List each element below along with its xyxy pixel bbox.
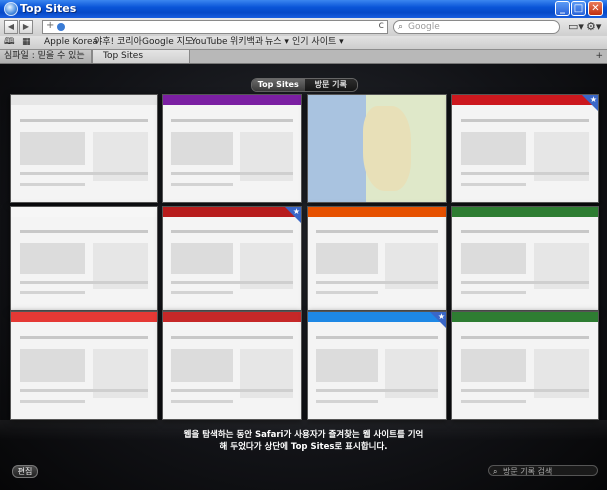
bookmark-popular-menu[interactable]: 인기 사이트 ▾ [292, 36, 344, 49]
back-button[interactable]: ◀ [4, 20, 18, 34]
safari-icon [4, 2, 18, 16]
maximize-button[interactable]: □ [571, 1, 586, 16]
top-sites-view: Top Sites 방문 기록 ★ ★ ★ 웹을 탐색하는 동안 Safari가 사… [0, 64, 607, 490]
top-site-thumbnail-wikipedia[interactable] [10, 206, 158, 311]
search-icon: ⌕ [398, 22, 404, 32]
bookmark-youtube[interactable]: YouTube [191, 36, 228, 49]
grid-icon[interactable]: ▦ [22, 36, 31, 49]
top-site-thumbnail-news-site-2[interactable] [162, 311, 302, 420]
toolbar: ◀ ▶ + c ⌕ Google ▭▾ ⚙▾ [0, 18, 607, 37]
tab-label: 심파일 : 믿을 수 있는 [4, 51, 85, 61]
top-site-thumbnail-nate[interactable] [10, 311, 158, 420]
top-site-thumbnail-youtube[interactable]: ★ [451, 94, 599, 203]
tab-label: Top Sites [103, 51, 144, 61]
browser-window: Top Sites _ □ ✕ ◀ ▶ + c ⌕ Google ▭▾ ⚙▾ 🕮… [0, 0, 607, 490]
top-site-thumbnail-portal-site[interactable] [451, 206, 599, 311]
bookmark-yahoo[interactable]: 야후! 코리아 [94, 36, 142, 49]
history-search-input[interactable]: ⌕ 방문 기록 검색 [488, 465, 598, 476]
tab-top-sites[interactable]: Top Sites [92, 50, 190, 63]
view-switcher: Top Sites 방문 기록 [251, 78, 358, 92]
search-field[interactable]: ⌕ Google [393, 20, 560, 34]
forward-button[interactable]: ▶ [19, 20, 33, 34]
close-button[interactable]: ✕ [588, 1, 603, 16]
bookmark-google-maps[interactable]: Google 지도 [142, 36, 193, 49]
info-message-line-1: 웹을 탐색하는 동안 Safari가 사용자가 즐겨찾는 웹 사이트를 기억 [183, 430, 424, 440]
info-message-line-2: 해 두었다가 상단에 Top Sites로 표시합니다. [219, 442, 388, 452]
title-bar[interactable]: Top Sites _ □ ✕ [0, 0, 607, 18]
globe-icon [57, 23, 65, 31]
book-icon[interactable]: 🕮 [4, 36, 15, 49]
tab-bar: 심파일 : 믿을 수 있는 Top Sites + [0, 50, 607, 64]
search-placeholder: Google [408, 22, 440, 32]
pinned-star-icon: ★ [285, 207, 301, 223]
pinned-star-icon: ★ [582, 95, 598, 111]
top-site-thumbnail-hankyoreh[interactable] [451, 311, 599, 420]
pinned-star-icon: ★ [430, 312, 446, 328]
edit-button[interactable]: 편집 [12, 465, 38, 478]
bookmark-apple-korea[interactable]: Apple Korea [44, 36, 98, 49]
add-bookmark-icon[interactable]: + [46, 20, 54, 31]
gear-icon[interactable]: ⚙▾ [586, 20, 601, 33]
top-site-thumbnail-news-site[interactable]: ★ [162, 206, 302, 311]
history-search-placeholder: 방문 기록 검색 [503, 467, 553, 476]
bookmark-news-menu[interactable]: 뉴스 ▾ [265, 36, 289, 49]
tab-history-view[interactable]: 방문 기록 [304, 79, 357, 91]
bookmarks-bar: 🕮 ▦ Apple Korea 야후! 코리아 Google 지도 YouTub… [0, 36, 607, 50]
tab-top-sites-view[interactable]: Top Sites [252, 79, 305, 91]
top-site-thumbnail-google-maps[interactable] [307, 94, 447, 203]
top-site-thumbnail-apple[interactable] [10, 94, 158, 203]
reload-icon[interactable]: c [379, 20, 385, 31]
page-menu-icon[interactable]: ▭▾ [568, 20, 584, 33]
address-bar[interactable]: + c [42, 20, 388, 34]
info-message: 웹을 탐색하는 동안 Safari가 사용자가 즐겨찾는 웹 사이트를 기억 해… [150, 429, 457, 453]
top-site-thumbnail-yahoo-korea[interactable] [162, 94, 302, 203]
window-title: Top Sites [20, 2, 77, 15]
new-tab-button[interactable]: + [595, 50, 603, 63]
minimize-button[interactable]: _ [555, 1, 570, 16]
bookmark-wikipedia[interactable]: 위키백과 [230, 36, 263, 49]
tab-simfile[interactable]: 심파일 : 믿을 수 있는 [0, 50, 92, 63]
top-site-thumbnail-shopping-site[interactable] [307, 206, 447, 311]
search-icon: ⌕ [493, 467, 498, 476]
top-site-thumbnail-daum[interactable]: ★ [307, 311, 447, 420]
